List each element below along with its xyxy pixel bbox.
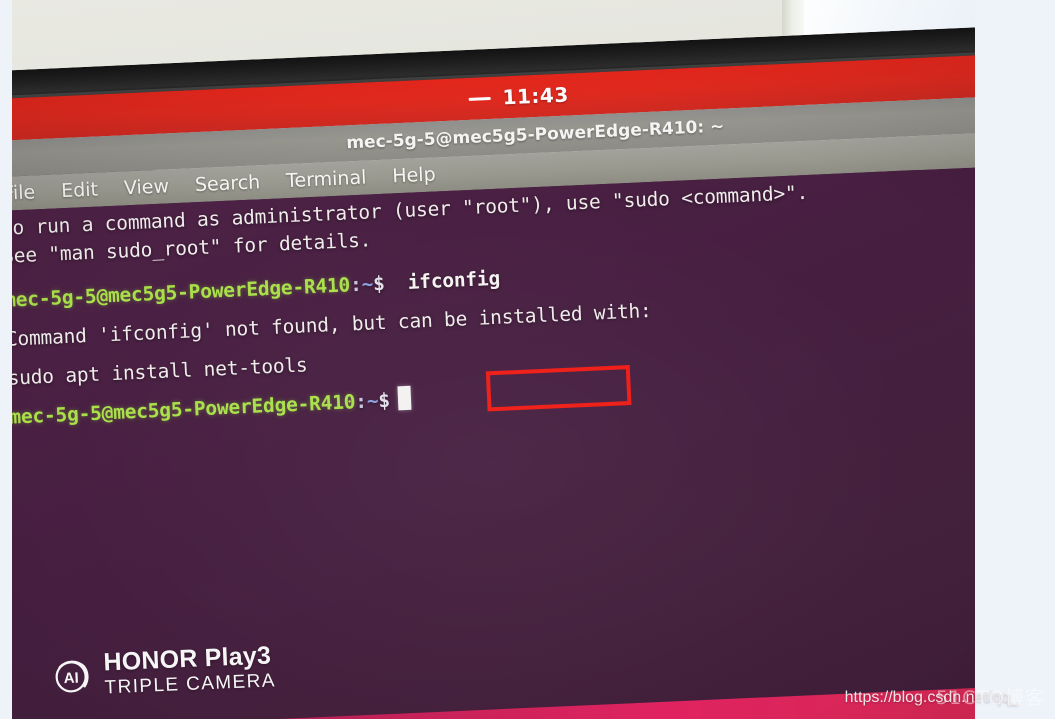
menu-item-view[interactable]: View [123,175,169,199]
prompt-user-host-2: mec-5g-5@mec5g5-PowerEdge-R410 [12,390,356,429]
monitor-screen: 11:43 mec-5g-5@mec5g5-PowerEdge-R410: ~ … [12,23,975,719]
photo-page-background: 11:43 mec-5g-5@mec5g5-PowerEdge-R410: ~ … [0,0,1055,719]
site-mark-watermark: 51CTO博客 [935,687,1045,709]
terminal-command-text: ifconfig [407,266,501,294]
terminal-command-ifconfig [384,271,408,295]
prompt-dollar-2: $ [377,388,391,413]
clock-label[interactable]: 11:43 [502,82,569,109]
minus-icon [468,96,491,101]
menu-item-terminal[interactable]: Terminal [286,167,367,193]
prompt-separator-1: : [349,272,363,297]
prompt-dollar-1: $ [372,271,386,296]
monitor-photograph: 11:43 mec-5g-5@mec5g5-PowerEdge-R410: ~ … [12,0,975,719]
menu-item-edit[interactable]: Edit [61,179,99,203]
menu-item-file[interactable]: File [12,181,36,204]
terminal-text-area: To run a command as administrator (user … [12,168,975,437]
ai-badge-icon: AI [49,652,95,698]
terminal-cursor [397,385,412,411]
honor-camera-watermark: AI HONOR Play3 TRIPLE CAMERA [49,641,276,699]
prompt-separator-2: : [354,389,368,414]
terminal-body[interactable]: To run a command as administrator (user … [12,163,975,719]
menu-item-search[interactable]: Search [194,171,260,196]
menu-item-help[interactable]: Help [392,163,436,187]
honor-watermark-text: HONOR Play3 TRIPLE CAMERA [103,641,276,698]
site-watermarks: https://blog.csdn.net/qq_ 51CTO博客 [772,683,1047,713]
svg-text:AI: AI [63,669,79,687]
